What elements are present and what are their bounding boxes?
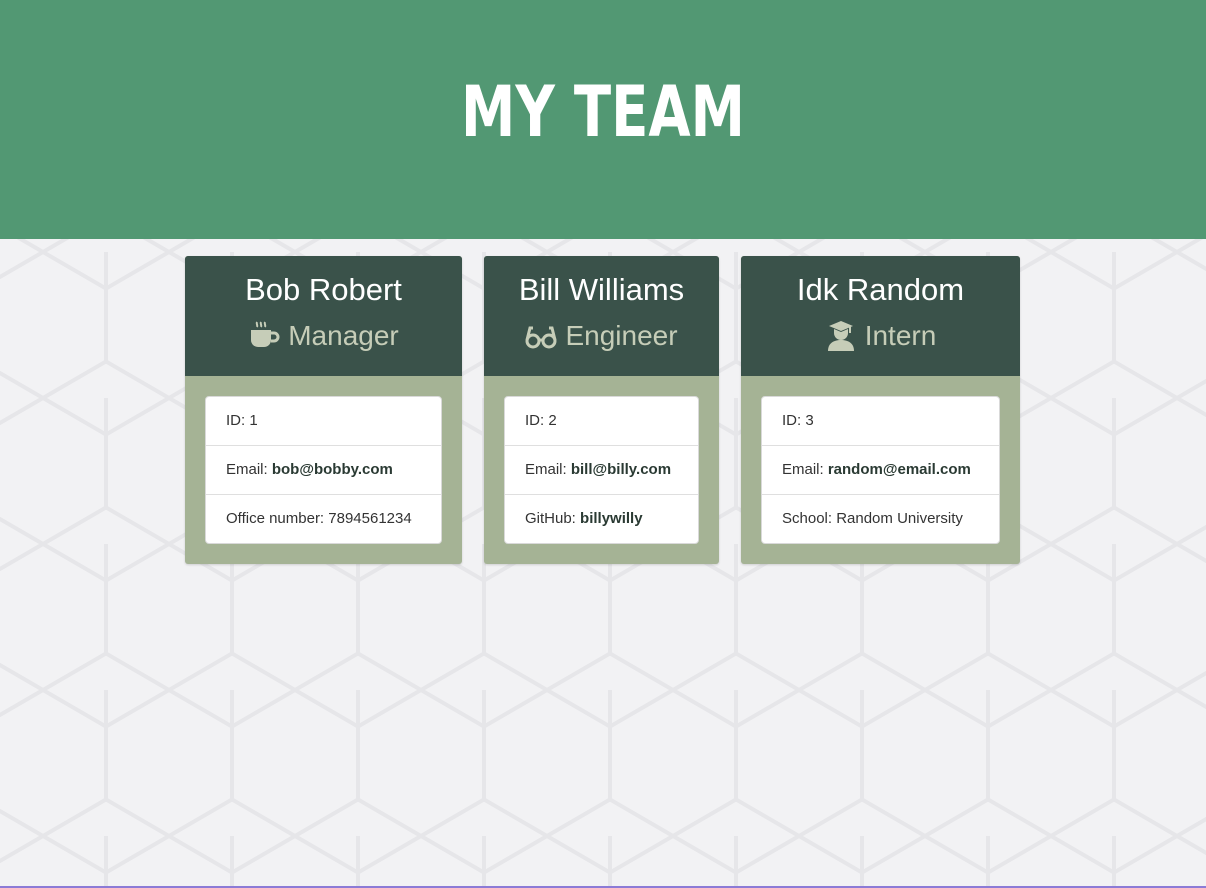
card-header: Idk Random Intern <box>741 256 1020 376</box>
id-item: ID: 2 <box>525 412 557 429</box>
card-header: Bob Robert Manager <box>185 256 462 376</box>
coffee-mug-icon <box>248 321 280 351</box>
employee-name: Idk Random <box>796 272 965 307</box>
employee-card-manager: Bob Robert Manager ID: 1 Email: bob@bobb… <box>185 256 462 564</box>
employee-role: Intern <box>741 318 1020 354</box>
email-link[interactable]: random@email.com <box>828 461 971 478</box>
email-label: Email: <box>226 461 272 478</box>
email-link[interactable]: bill@billy.com <box>571 461 671 478</box>
github-label: GitHub: <box>525 510 581 527</box>
page-title: MY TEAM <box>460 71 746 153</box>
employee-card-engineer: Bill Williams Engineer ID: 2 Email: bill… <box>484 256 719 564</box>
info-list: ID: 1 Email: bob@bobby.com Office number… <box>205 396 442 544</box>
role-label: Manager <box>288 320 399 351</box>
role-label: Intern <box>864 320 937 351</box>
employee-role: Manager <box>185 318 462 354</box>
school-item: School: Random University <box>762 494 999 543</box>
employee-card-intern: Idk Random Intern ID: 3 Email: random@em… <box>741 256 1020 564</box>
email-item: Email: random@email.com <box>762 445 999 494</box>
id-item: ID: 1 <box>226 412 258 429</box>
employee-name: Bill Williams <box>518 272 685 307</box>
team-cards: Bob Robert Manager ID: 1 Email: bob@bobb… <box>0 256 1206 576</box>
office-number-item: Office number: 7894561234 <box>206 494 441 543</box>
role-label: Engineer <box>565 320 678 351</box>
card-header: Bill Williams Engineer <box>484 256 719 376</box>
id-item: ID: 3 <box>782 412 814 429</box>
email-label: Email: <box>525 461 571 478</box>
github-link[interactable]: billywilly <box>580 510 643 527</box>
info-list: ID: 3 Email: random@email.com School: Ra… <box>761 396 1000 544</box>
glasses-icon <box>525 321 557 351</box>
page-header: MY TEAM <box>0 0 1206 239</box>
email-item: Email: bob@bobby.com <box>206 445 441 494</box>
employee-name: Bob Robert <box>245 272 402 307</box>
graduate-icon <box>825 321 857 351</box>
info-list: ID: 2 Email: bill@billy.com GitHub: bill… <box>504 396 699 544</box>
employee-role: Engineer <box>484 318 719 354</box>
email-item: Email: bill@billy.com <box>505 445 698 494</box>
github-item: GitHub: billywilly <box>505 494 698 543</box>
email-link[interactable]: bob@bobby.com <box>272 461 393 478</box>
email-label: Email: <box>782 461 828 478</box>
